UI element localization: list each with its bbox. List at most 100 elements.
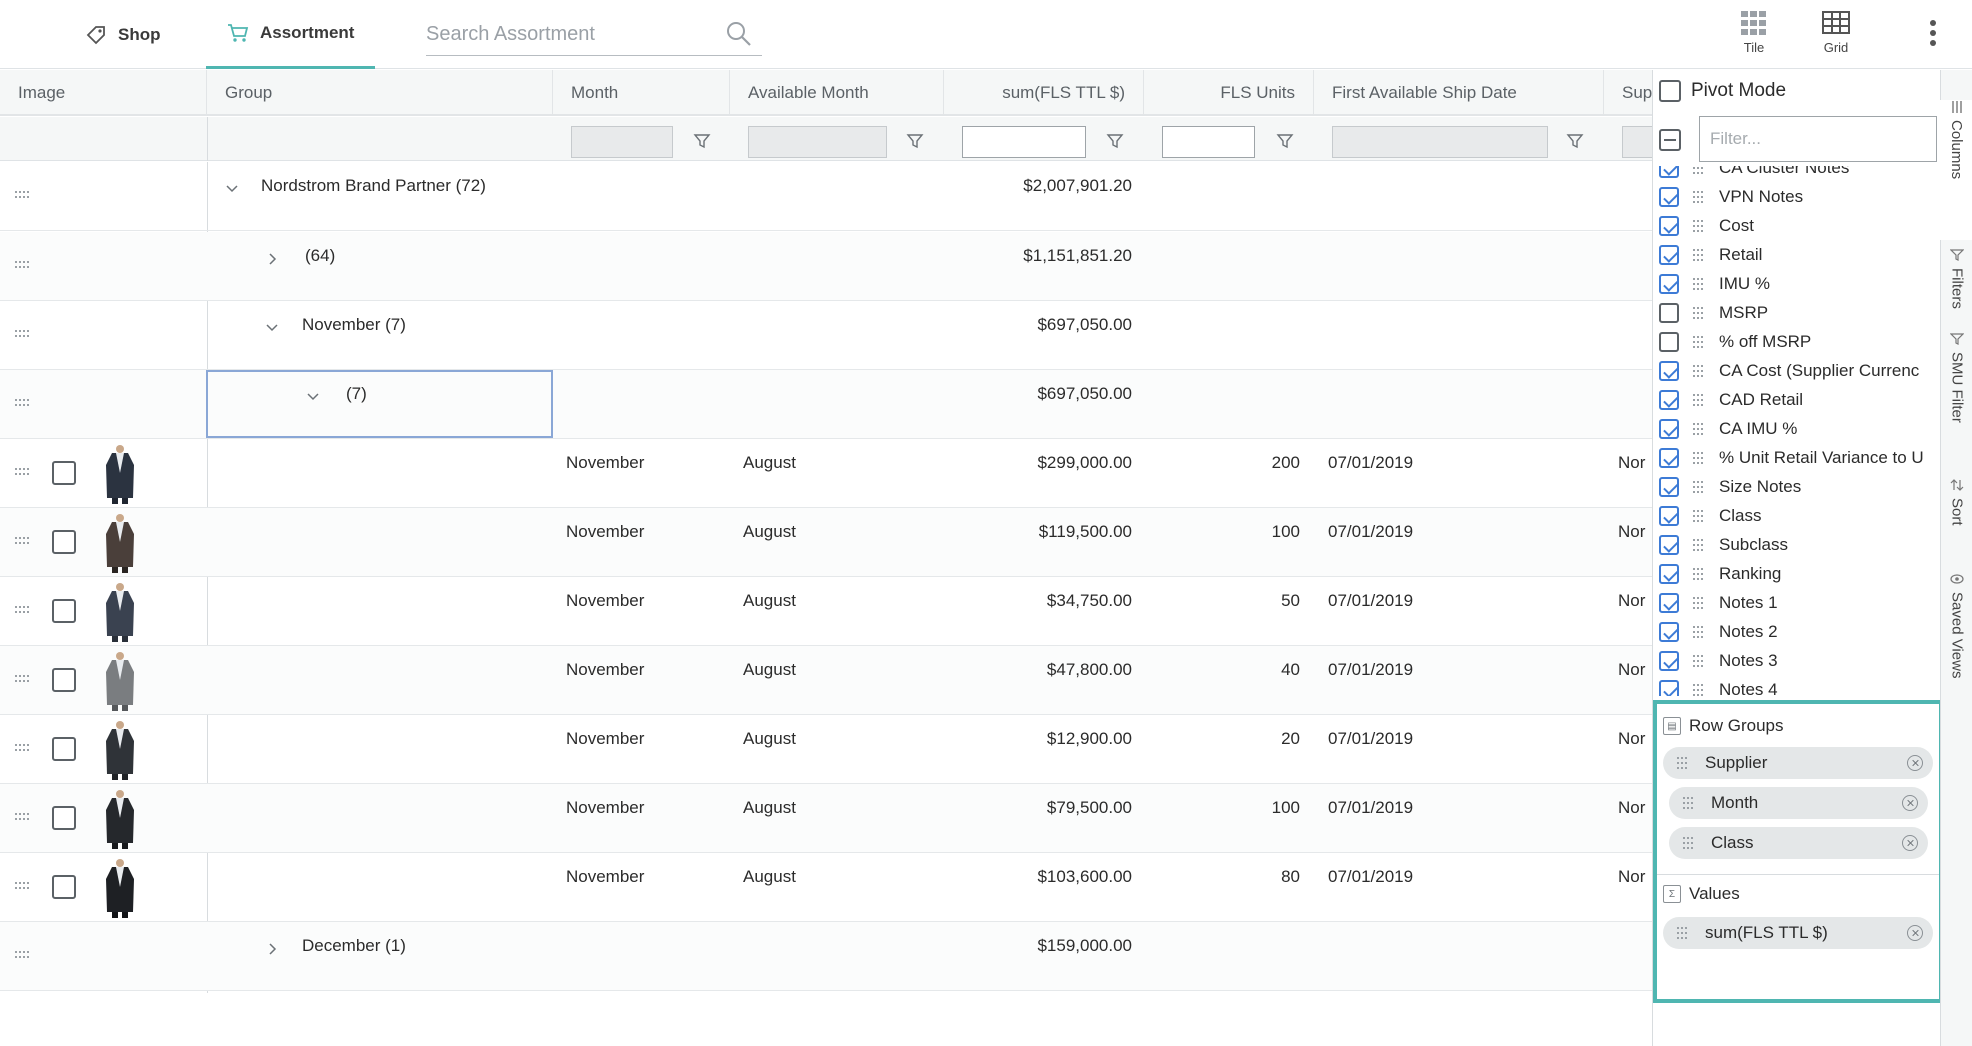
drag-handle-icon[interactable] <box>1693 481 1707 493</box>
row-group-pill[interactable]: Class <box>1669 827 1928 859</box>
drag-handle-icon[interactable] <box>1693 336 1707 348</box>
chevron-right-icon[interactable] <box>264 251 280 267</box>
column-checkbox[interactable] <box>1659 216 1679 236</box>
drag-handle-icon[interactable] <box>15 399 33 411</box>
product-image[interactable] <box>100 650 140 712</box>
value-pill[interactable]: sum(FLS TTL $) <box>1663 917 1933 949</box>
drag-handle-icon[interactable] <box>1693 365 1707 377</box>
chevron-down-icon[interactable] <box>224 180 240 196</box>
column-checkbox[interactable] <box>1659 622 1679 642</box>
column-filter-input[interactable] <box>1699 116 1937 162</box>
filter-icon[interactable] <box>1566 132 1584 150</box>
product-image[interactable] <box>100 719 140 781</box>
row-group-pill[interactable]: Supplier <box>1663 747 1933 779</box>
header-supplier[interactable]: Sup <box>1604 70 1652 116</box>
product-image[interactable] <box>100 788 140 850</box>
column-item[interactable]: CA Cluster Notes <box>1659 166 1849 182</box>
drag-handle-icon[interactable] <box>1693 655 1707 667</box>
drag-handle-icon[interactable] <box>15 191 33 203</box>
column-item[interactable]: Retail <box>1659 241 1762 269</box>
remove-icon[interactable] <box>1907 755 1923 771</box>
drag-handle-icon[interactable] <box>15 744 33 756</box>
column-item[interactable]: Cost <box>1659 212 1754 240</box>
column-item[interactable]: Class <box>1659 502 1762 530</box>
column-item[interactable]: MSRP <box>1659 299 1768 327</box>
select-all-checkbox[interactable] <box>1659 129 1681 151</box>
column-checkbox[interactable] <box>1659 361 1679 381</box>
drag-handle-icon[interactable] <box>15 813 33 825</box>
drag-handle-icon[interactable] <box>15 261 33 273</box>
chevron-down-icon[interactable] <box>305 388 321 404</box>
column-item[interactable]: Notes 3 <box>1659 647 1778 675</box>
drag-handle-icon[interactable] <box>15 606 33 618</box>
available-month-filter-input[interactable] <box>748 126 887 158</box>
tile-view-button[interactable]: Tile <box>1724 10 1784 55</box>
table-row[interactable]: November August $299,000.00 200 07/01/20… <box>0 439 1652 508</box>
header-sum-fls[interactable]: sum(FLS TTL $) <box>944 70 1144 116</box>
row-checkbox[interactable] <box>52 530 76 554</box>
table-row[interactable]: November August $119,500.00 100 07/01/20… <box>0 508 1652 577</box>
chevron-right-icon[interactable] <box>264 941 280 957</box>
drag-handle-icon[interactable] <box>15 330 33 342</box>
product-image[interactable] <box>100 512 140 574</box>
drag-handle-icon[interactable] <box>1693 539 1707 551</box>
column-checkbox[interactable] <box>1659 166 1679 178</box>
column-checkbox[interactable] <box>1659 564 1679 584</box>
group-row[interactable]: November (7) $697,050.00 <box>0 301 1652 370</box>
drag-handle-icon[interactable] <box>15 882 33 894</box>
product-image[interactable] <box>100 857 140 919</box>
drag-handle-icon[interactable] <box>1693 191 1707 203</box>
drag-handle-icon[interactable] <box>1693 249 1707 261</box>
column-item[interactable]: CAD Retail <box>1659 386 1803 414</box>
column-checkbox[interactable] <box>1659 477 1679 497</box>
drag-handle-icon[interactable] <box>1693 684 1707 696</box>
drag-handle-icon[interactable] <box>1693 278 1707 290</box>
drag-handle-icon[interactable] <box>15 537 33 549</box>
column-item[interactable]: Notes 2 <box>1659 618 1778 646</box>
pivot-mode-toggle[interactable]: Pivot Mode <box>1659 80 1786 102</box>
header-first-ship-date[interactable]: First Available Ship Date <box>1314 70 1604 116</box>
drag-handle-icon[interactable] <box>1693 166 1707 174</box>
remove-icon[interactable] <box>1902 795 1918 811</box>
column-item[interactable]: VPN Notes <box>1659 183 1803 211</box>
drag-handle-icon[interactable] <box>15 468 33 480</box>
column-item[interactable]: Size Notes <box>1659 473 1801 501</box>
row-checkbox[interactable] <box>52 461 76 485</box>
tab-filters[interactable]: Filters <box>1941 248 1972 338</box>
header-group[interactable]: Group <box>207 70 553 116</box>
column-checkbox[interactable] <box>1659 187 1679 207</box>
drag-handle-icon[interactable] <box>15 951 33 963</box>
table-row[interactable]: November August $47,800.00 40 07/01/2019… <box>0 646 1652 715</box>
row-checkbox[interactable] <box>52 668 76 692</box>
drag-handle-icon[interactable] <box>1693 510 1707 522</box>
column-item[interactable]: % off MSRP <box>1659 328 1811 356</box>
tab-saved-views[interactable]: Saved Views <box>1941 572 1972 712</box>
column-item[interactable]: Notes 4 <box>1659 676 1778 696</box>
sum-fls-filter-input[interactable] <box>962 126 1086 158</box>
column-item[interactable]: IMU % <box>1659 270 1770 298</box>
remove-icon[interactable] <box>1902 835 1918 851</box>
column-checkbox[interactable] <box>1659 535 1679 555</box>
column-checkbox[interactable] <box>1659 680 1679 696</box>
group-row[interactable]: Nordstrom Brand Partner (72) $2,007,901.… <box>0 162 1652 231</box>
column-checkbox[interactable] <box>1659 390 1679 410</box>
column-checkbox[interactable] <box>1659 448 1679 468</box>
tab-columns[interactable]: Columns <box>1940 100 1972 240</box>
row-checkbox[interactable] <box>52 806 76 830</box>
row-checkbox[interactable] <box>52 875 76 899</box>
drag-handle-icon[interactable] <box>1683 837 1697 849</box>
drag-handle-icon[interactable] <box>1693 597 1707 609</box>
pivot-mode-checkbox[interactable] <box>1659 80 1681 102</box>
table-row[interactable]: November August $79,500.00 100 07/01/201… <box>0 784 1652 853</box>
grid-view-button[interactable]: Grid <box>1806 10 1866 55</box>
header-image[interactable]: Image <box>0 70 207 116</box>
product-image[interactable] <box>100 443 140 505</box>
drag-handle-icon[interactable] <box>1683 797 1697 809</box>
group-row[interactable]: (7) $697,050.00 <box>0 370 1652 439</box>
tab-smu-filter[interactable]: SMU Filter <box>1941 332 1972 442</box>
remove-icon[interactable] <box>1907 925 1923 941</box>
filter-icon[interactable] <box>1106 132 1124 150</box>
nav-tab-shop[interactable]: Shop <box>84 0 161 69</box>
column-item[interactable]: CA Cost (Supplier Currenc <box>1659 357 1919 385</box>
row-group-pill[interactable]: Month <box>1669 787 1928 819</box>
